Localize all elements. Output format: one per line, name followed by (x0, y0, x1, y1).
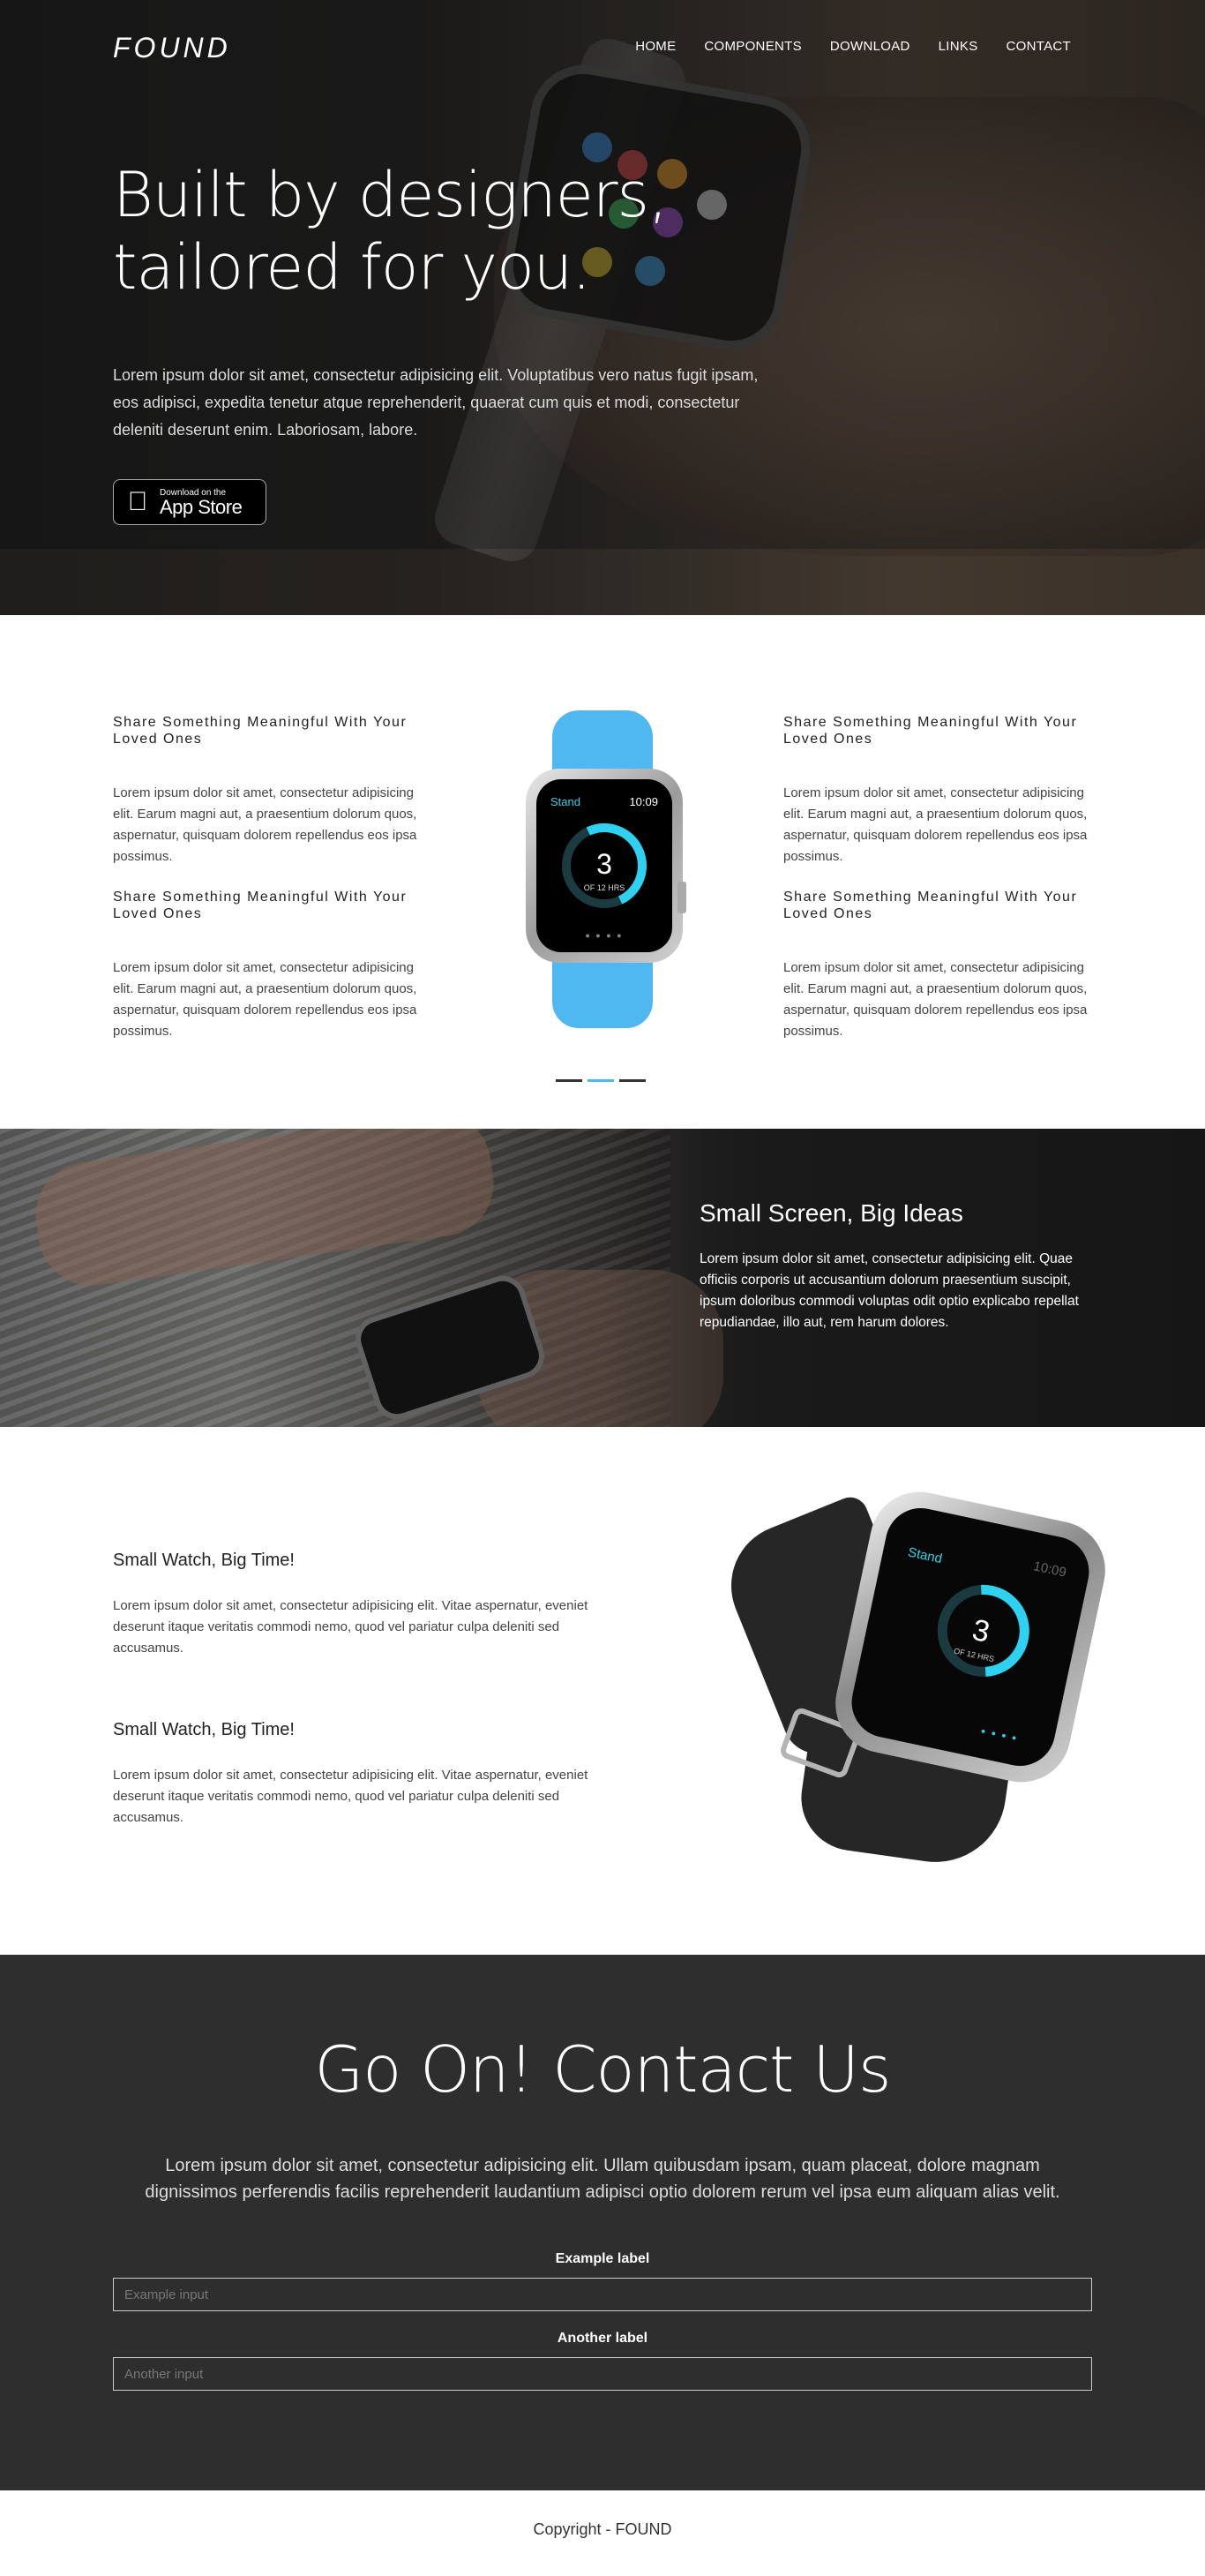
feature-title: Share Something Meaningful With Your Lov… (113, 890, 408, 921)
feature-title: Share Something Meaningful With Your Lov… (783, 715, 1078, 747)
carousel-indicators (556, 1079, 646, 1082)
carousel-indicator[interactable] (619, 1079, 646, 1082)
carousel-indicator[interactable] (556, 1079, 582, 1082)
feature-text: Lorem ipsum dolor sit amet, consectetur … (783, 785, 1088, 864)
contact-form: Example label Another label (113, 2251, 1092, 2410)
small-watch-text: Lorem ipsum dolor sit amet, consectetur … (113, 1598, 588, 1656)
banner-text-block: Small Screen, Big Ideas Lorem ipsum dolo… (700, 1199, 1105, 1333)
small-watch-item: Small Watch, Big Time! Lorem ipsum dolor… (113, 1551, 607, 1659)
page-dots: ● ● ● ● (585, 931, 624, 940)
carousel-indicator-active[interactable] (588, 1079, 614, 1082)
app-store-big-text: App Store (160, 495, 243, 518)
banner-title: Small Screen, Big Ideas (700, 1199, 963, 1227)
hero-title: Built by designers, tailored for you. (113, 159, 783, 304)
blue-watch-image: Stand 10:09 3 OF 12 HRS ● ● ● ● (519, 710, 686, 1028)
contact-lead: Lorem ipsum dolor sit amet, consectetur … (145, 2156, 1060, 2202)
contact-title: Go On! Contact Us (314, 2032, 891, 2107)
feature-item: Share Something Meaningful With Your Lov… (783, 714, 1101, 867)
watch-case: Stand 10:09 3 OF 12 HRS ● ● ● ● (526, 769, 686, 963)
small-screen-banner: Small Screen, Big Ideas Lorem ipsum dolo… (0, 1129, 1205, 1427)
activity-value: 3 (596, 848, 612, 880)
feature-item: Share Something Meaningful With Your Lov… (783, 889, 1101, 1042)
hero-text: Lorem ipsum dolor sit amet, consectetur … (113, 366, 759, 439)
nav-link-home[interactable]: HOME (635, 39, 676, 54)
brand-logo[interactable]: FOUND (113, 32, 231, 64)
watch-stand-label: Stand (906, 1544, 944, 1567)
feature-title: Share Something Meaningful With Your Lov… (783, 890, 1078, 921)
feature-text: Lorem ipsum dolor sit amet, consectetur … (783, 960, 1088, 1039)
hero-section: FOUND HOME COMPONENTS DOWNLOAD LINKS CON… (0, 0, 1205, 615)
top-navbar: FOUND HOME COMPONENTS DOWNLOAD LINKS CON… (0, 0, 1205, 94)
small-watch-text: Lorem ipsum dolor sit amet, consectetur … (113, 1768, 588, 1825)
watch-stand-label: Stand (550, 795, 580, 808)
feature-item: Share Something Meaningful With Your Lov… (113, 714, 430, 867)
small-watch-item: Small Watch, Big Time! Lorem ipsum dolor… (113, 1720, 607, 1829)
watch-time: 10:09 (1031, 1558, 1068, 1581)
watch-screen: Stand 10:09 3 OF 12 HRS ● ● ● ● (536, 779, 672, 952)
watch-crown (677, 882, 686, 913)
small-watch-section: Small Watch, Big Time! Lorem ipsum dolor… (0, 1427, 1205, 1955)
banner-text: Lorem ipsum dolor sit amet, consectetur … (700, 1251, 1079, 1330)
nav-link-links[interactable]: LINKS (939, 39, 978, 54)
app-store-label: Download on the App Store (160, 488, 243, 518)
app-store-button[interactable]:  Download on the App Store (113, 479, 266, 525)
feature-title: Share Something Meaningful With Your Lov… (113, 715, 408, 747)
features-section: Share Something Meaningful With Your Lov… (0, 615, 1205, 1129)
small-watch-title: Small Watch, Big Time! (113, 1551, 295, 1570)
hero-title-line2: tailored for you. (113, 231, 591, 304)
contact-section: Go On! Contact Us Lorem ipsum dolor sit … (0, 1955, 1205, 2490)
small-watch-title: Small Watch, Big Time! (113, 1720, 295, 1739)
hero-title-line1: Built by designers, (113, 159, 668, 231)
apple-icon:  (124, 487, 151, 517)
hero-lower-strip (0, 549, 1205, 615)
page-dots: ● ● ● ● (979, 1725, 1020, 1743)
nav-link-contact[interactable]: CONTACT (1007, 39, 1071, 54)
feature-text: Lorem ipsum dolor sit amet, consectetur … (113, 960, 417, 1039)
nav-link-download[interactable]: DOWNLOAD (830, 39, 910, 54)
nav-link-components[interactable]: COMPONENTS (704, 39, 802, 54)
hero-content: Built by designers, tailored for you. Lo… (113, 159, 783, 525)
watch-time: 10:09 (629, 795, 658, 808)
example-label: Example label (555, 2251, 650, 2266)
feature-item: Share Something Meaningful With Your Lov… (113, 889, 430, 1042)
watch-screen: Stand 10:09 3 OF 12 HRS ● ● ● ● (845, 1501, 1096, 1773)
nav-menu: HOME COMPONENTS DOWNLOAD LINKS CONTACT (635, 39, 1071, 54)
example-input[interactable] (113, 2278, 1092, 2311)
another-input[interactable] (113, 2357, 1092, 2391)
copyright-text: Copyright - FOUND (533, 2520, 672, 2538)
footer: Copyright - FOUND (0, 2490, 1205, 2552)
black-watch-image: Stand 10:09 3 OF 12 HRS ● ● ● ● (712, 1483, 1115, 1884)
another-label: Another label (557, 2331, 648, 2346)
activity-subtext: OF 12 HRS (583, 883, 625, 892)
feature-text: Lorem ipsum dolor sit amet, consectetur … (113, 785, 417, 864)
